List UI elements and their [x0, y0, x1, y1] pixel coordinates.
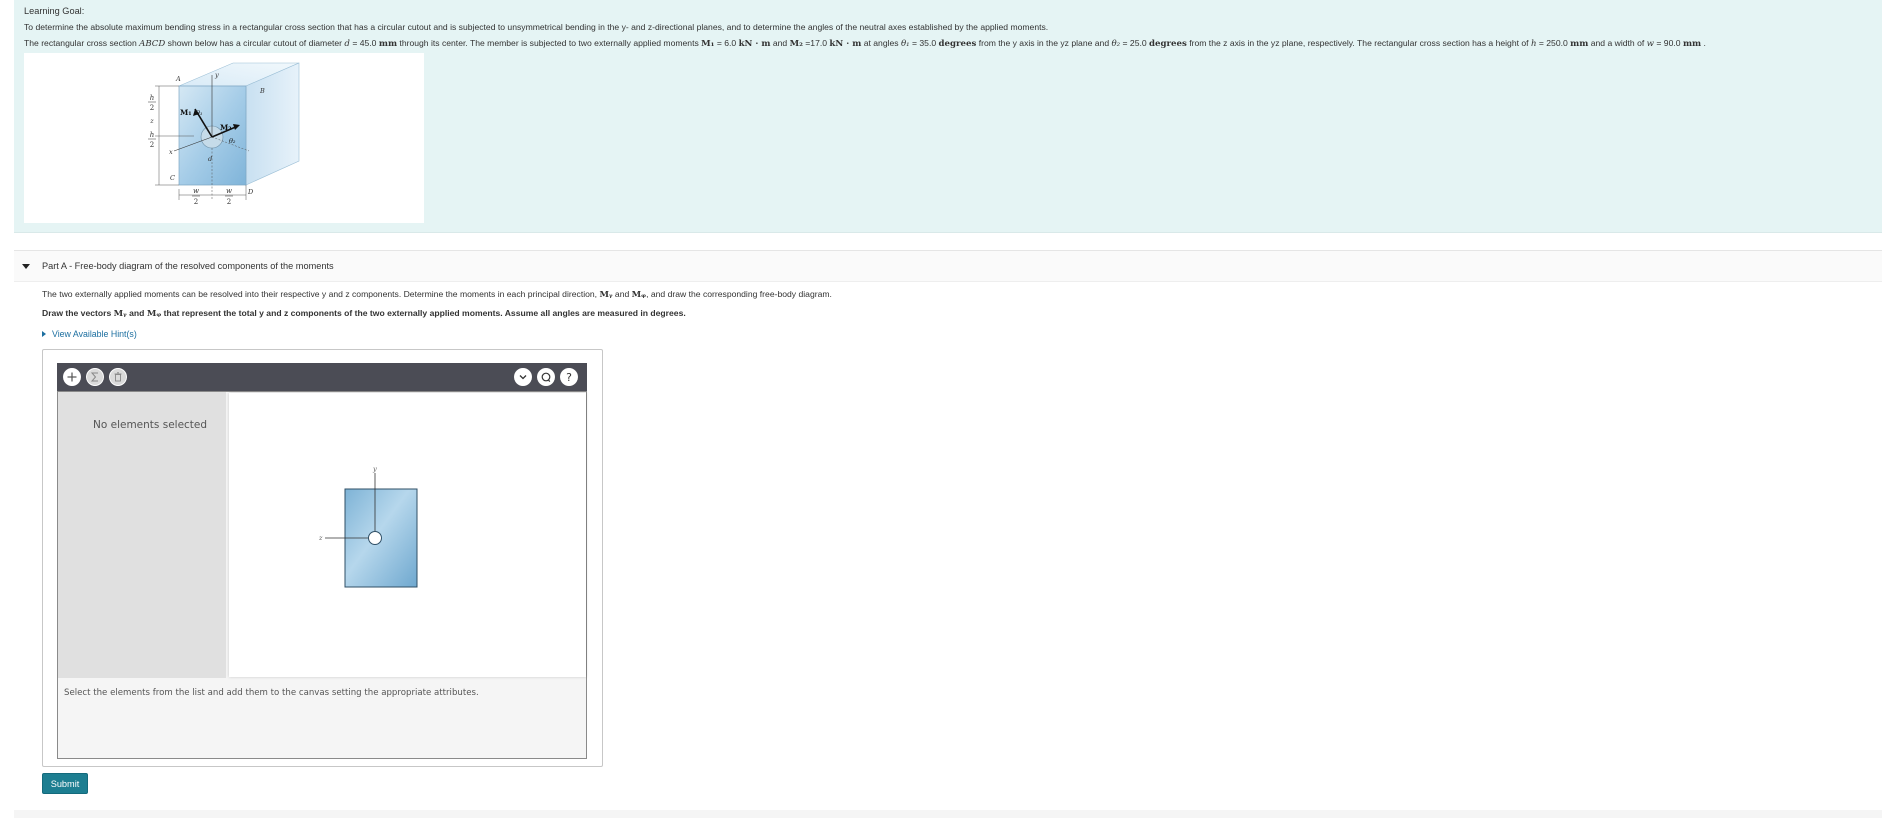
part-a-description: The two externally applied moments can b… — [42, 289, 832, 300]
dim-h-upper: h — [150, 94, 155, 102]
axis-label-z: z — [149, 117, 154, 125]
part-a-instruction: Draw the vectors Mᵧ and Mᵩ that represen… — [42, 308, 686, 319]
no-elements-message: No elements selected — [93, 419, 208, 431]
learning-goal-description: To determine the absolute maximum bendin… — [24, 22, 1049, 32]
view-hints-link[interactable]: View Available Hint(s) — [42, 329, 137, 339]
svg-text:2: 2 — [150, 141, 154, 149]
axis-label-y: y — [214, 71, 219, 79]
drawing-tool: ? No elements selected y z Select the el… — [42, 349, 603, 767]
learning-goal-title: Learning Goal: — [24, 6, 85, 16]
canvas-label-y: y — [372, 465, 377, 473]
canvas-label-z: z — [318, 534, 323, 542]
help-icon[interactable]: ? — [560, 368, 578, 386]
axis-label-x: x — [169, 148, 173, 156]
part-a-title: Part A - Free-body diagram of the resolv… — [42, 261, 334, 271]
drawing-workarea: No elements selected y z Select the elem… — [57, 391, 587, 759]
trash-icon[interactable] — [109, 368, 127, 386]
sigma-icon[interactable] — [86, 368, 104, 386]
label-theta1: θ₁ — [196, 109, 203, 117]
problem-statement: The rectangular cross section ABCD shown… — [24, 38, 1706, 49]
label-A: A — [175, 75, 181, 83]
label-B: B — [259, 87, 265, 95]
plus-icon[interactable] — [63, 368, 81, 386]
label-d: d — [208, 155, 212, 163]
cross-section-figure: h 2 h 2 z w 2 w 2 y x A B C D d M₁ θ₁ M₂… — [24, 53, 424, 223]
drawing-canvas[interactable]: y z — [229, 393, 586, 677]
label-M2: M₂ — [220, 123, 232, 132]
label-D: D — [247, 188, 254, 196]
dim-w-left: w — [193, 187, 199, 195]
dim-h-lower: h — [150, 131, 155, 139]
label-C: C — [170, 174, 175, 182]
block-diagram: h 2 h 2 z w 2 w 2 y x A B C D d M₁ θ₁ M₂… — [148, 62, 300, 206]
drawing-toolbar: ? — [57, 363, 587, 391]
svg-text:2: 2 — [227, 198, 231, 206]
tool-instruction: Select the elements from the list and ad… — [64, 688, 479, 698]
collapse-caret-icon[interactable] — [22, 264, 30, 269]
canvas-figure: y z — [318, 465, 418, 588]
label-theta2: θ₂ — [229, 137, 236, 145]
footer-band — [14, 810, 1882, 818]
svg-text:?: ? — [566, 371, 572, 383]
svg-text:2: 2 — [150, 104, 154, 112]
reset-icon[interactable] — [537, 368, 555, 386]
submit-button[interactable]: Submit — [42, 773, 88, 794]
dim-w-right: w — [226, 187, 232, 195]
cutout-circle — [368, 531, 382, 545]
element-list-panel: No elements selected — [58, 392, 226, 678]
chevron-down-icon[interactable] — [514, 368, 532, 386]
caret-right-icon — [42, 331, 46, 337]
label-M1: M₁ — [180, 108, 192, 117]
svg-text:2: 2 — [194, 198, 198, 206]
part-a-header[interactable]: Part A - Free-body diagram of the resolv… — [14, 250, 1882, 282]
learning-goal-panel: Learning Goal: To determine the absolute… — [14, 0, 1882, 233]
